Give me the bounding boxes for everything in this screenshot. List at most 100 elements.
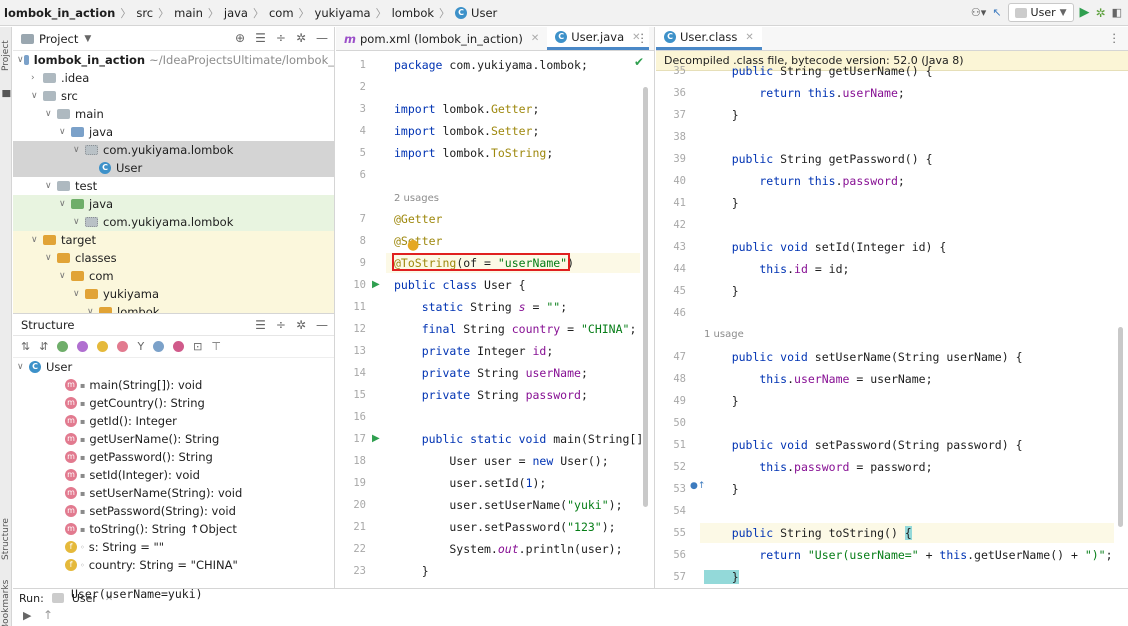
structure-member[interactable]: m ▪ main(String[]): void — [13, 376, 334, 394]
maven-icon: m — [344, 31, 356, 46]
chevron-down-icon: ∨ — [31, 91, 38, 101]
autoscroll-to-source-icon[interactable]: ⊡ — [193, 340, 202, 353]
project-panel: Project ▼ ⊕ ☰ ÷ ✲ — ∨ lombok_in_action ~/… — [13, 27, 335, 313]
show-properties-icon[interactable] — [77, 341, 89, 352]
line-number: 3 — [359, 103, 366, 115]
debug-icon[interactable]: ✲ — [1096, 6, 1106, 20]
run-config-select[interactable]: User ▼ — [1007, 3, 1074, 22]
hide-icon[interactable]: — — [316, 31, 328, 45]
close-icon[interactable]: ✕ — [531, 33, 539, 44]
project-tool-tab[interactable]: Project — [0, 31, 12, 81]
more-tabs-icon[interactable]: ⋮ — [1109, 31, 1121, 45]
run-gutter-icon[interactable]: ▶ — [372, 433, 380, 444]
breadcrumb-com[interactable]: com 〉 — [269, 5, 315, 21]
breadcrumb-project[interactable]: lombok_in_action 〉 — [4, 5, 136, 21]
run-gutter-icon[interactable]: ▶ — [372, 279, 380, 290]
tree-item-classes[interactable]: ∨ classes — [13, 249, 334, 267]
tree-item-idea[interactable]: › .idea — [13, 69, 334, 87]
structure-member[interactable]: m ▪ setId(Integer): void — [13, 466, 334, 484]
structure-member[interactable]: m ▪ toString(): String ↑Object — [13, 520, 334, 538]
structure-member[interactable]: m ▪ getPassword(): String — [13, 448, 334, 466]
tree-item-java[interactable]: ∨ java — [13, 123, 334, 141]
decompiled-code-area[interactable]: public String getUserName() { return thi… — [704, 64, 1122, 606]
more-tabs-icon[interactable]: ⋮ — [637, 31, 649, 45]
line-number: 15 — [353, 389, 366, 401]
close-icon[interactable]: ✕ — [745, 32, 753, 43]
filter-icon[interactable]: Y — [137, 340, 144, 353]
tab-user-java[interactable]: C User.java ✕ — [547, 27, 649, 50]
tree-item-com[interactable]: ∨ com — [13, 267, 334, 285]
structure-member[interactable]: f ◦ country: String = "CHINA" — [13, 556, 334, 574]
show-lambdas-icon[interactable] — [153, 341, 165, 352]
lock-icon: ▪ — [80, 470, 86, 480]
breadcrumb-src[interactable]: src 〉 — [136, 5, 174, 21]
line-number: 16 — [353, 411, 366, 423]
sort-by-visibility-icon[interactable]: ⇅ — [21, 340, 30, 353]
bulb-icon[interactable]: ● — [407, 237, 419, 253]
tree-item-yukiyama[interactable]: ∨ yukiyama — [13, 285, 334, 303]
bookmarks-tool-tab[interactable]: Bookmarks — [0, 580, 12, 626]
breadcrumb-yukiyama[interactable]: yukiyama 〉 — [315, 5, 392, 21]
autoscroll-from-source-icon[interactable]: ⊤ — [211, 340, 221, 353]
run-icon[interactable]: ▶ — [1080, 5, 1090, 20]
expand-all-icon[interactable]: ☰ — [255, 318, 266, 332]
tree-item-package[interactable]: ∨ com.yukiyama.lombok — [13, 141, 334, 159]
tree-item-root[interactable]: ∨ lombok_in_action ~/IdeaProjectsUltimate… — [13, 51, 334, 69]
breadcrumb-lombok[interactable]: lombok 〉 — [392, 5, 455, 21]
structure-member[interactable]: f ◦ s: String = "" — [13, 538, 334, 556]
structure-member[interactable]: m ▪ getCountry(): String — [13, 394, 334, 412]
gear-icon[interactable]: ✲ — [296, 318, 306, 332]
tree-item-lombok[interactable]: ∨ lombok — [13, 303, 334, 313]
structure-member[interactable]: m ▪ getUserName(): String — [13, 430, 334, 448]
breadcrumb-user[interactable]: C User — [455, 6, 497, 20]
project-panel-title[interactable]: Project — [39, 32, 78, 46]
locate-icon[interactable]: ⊕ — [235, 31, 245, 45]
gear-icon[interactable]: ✲ — [296, 31, 306, 45]
show-non-public-icon[interactable] — [117, 341, 129, 352]
vcs-user-icon[interactable]: ⚇▾ — [971, 6, 986, 19]
hide-icon[interactable]: — — [316, 318, 328, 332]
coverage-icon[interactable]: ◧ — [1112, 6, 1122, 19]
method-icon: m — [65, 505, 77, 517]
tree-item-test-java[interactable]: ∨ java — [13, 195, 334, 213]
tree-item-test-package[interactable]: ∨ com.yukiyama.lombok — [13, 213, 334, 231]
back-arrow-icon[interactable]: ↖ — [992, 6, 1001, 19]
line-number: 2 — [359, 81, 366, 93]
show-anonymous-icon[interactable] — [173, 341, 185, 352]
expand-all-icon[interactable]: ☰ — [255, 31, 266, 45]
scroll-up-icon[interactable]: ↑ — [43, 608, 53, 622]
tree-item-test[interactable]: ∨ test — [13, 177, 334, 195]
usage-hint[interactable]: 1 usage — [704, 325, 744, 345]
chevron-down-icon[interactable]: ▼ — [84, 34, 91, 44]
show-fields-icon[interactable] — [97, 341, 109, 352]
structure-member[interactable]: m ▪ getId(): Integer — [13, 412, 334, 430]
tab-user-class[interactable]: C User.class ✕ — [656, 27, 762, 50]
breadcrumb-java[interactable]: java 〉 — [224, 5, 269, 21]
tree-item-user-class[interactable]: C User — [13, 159, 334, 177]
folder-icon[interactable]: ▆ — [0, 87, 12, 101]
structure-member[interactable]: m ▪ setUserName(String): void — [13, 484, 334, 502]
tree-item-main[interactable]: ∨ main — [13, 105, 334, 123]
code-area[interactable]: package com.yukiyama.lombok; import lomb… — [392, 51, 648, 600]
rerun-icon[interactable]: ▶ — [23, 609, 31, 622]
tab-pom-xml[interactable]: m pom.xml (lombok_in_action) ✕ — [336, 27, 547, 50]
line-number: 53 — [673, 483, 686, 495]
editor-tabs: C User.class ✕ ⋮ — [656, 27, 1128, 51]
structure-member[interactable]: m ▪ setPassword(String): void — [13, 502, 334, 520]
collapse-all-icon[interactable]: ÷ — [276, 31, 286, 45]
tree-item-src[interactable]: ∨ src — [13, 87, 334, 105]
lock-icon: ▪ — [80, 524, 86, 534]
collapse-all-icon[interactable]: ÷ — [276, 318, 286, 332]
show-inherited-icon[interactable] — [57, 341, 69, 352]
method-icon: m — [65, 469, 77, 481]
breadcrumb-main[interactable]: main 〉 — [174, 5, 224, 21]
sort-alpha-icon[interactable]: ⇵ — [39, 340, 48, 353]
lock-icon: ▪ — [80, 416, 86, 426]
chevron-down-icon: ∨ — [73, 289, 80, 299]
usage-hint[interactable]: 2 usages — [394, 189, 439, 209]
line-number: 18 — [353, 455, 366, 467]
tree-item-target[interactable]: ∨ target — [13, 231, 334, 249]
run-label: Run: — [19, 591, 44, 605]
structure-root[interactable]: ∨ C User — [13, 358, 334, 376]
structure-tool-tab[interactable]: Structure — [0, 507, 12, 571]
